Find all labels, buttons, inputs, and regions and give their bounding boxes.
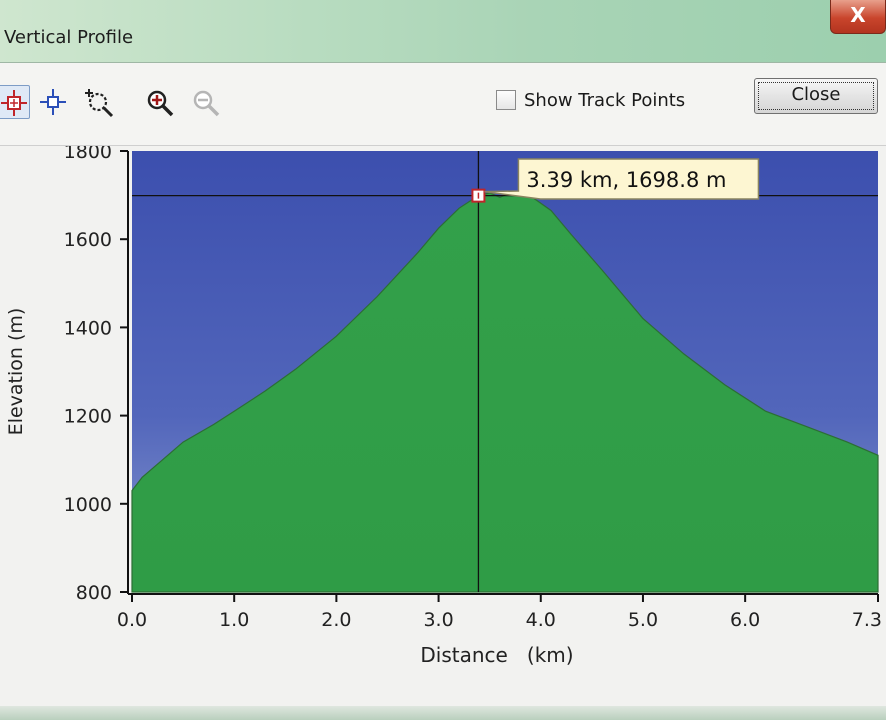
x-axis-label: Distance (km) bbox=[420, 643, 573, 667]
x-tick-label: 5.0 bbox=[628, 609, 658, 631]
x-tick-label: 1.0 bbox=[219, 609, 249, 631]
close-button[interactable]: Close bbox=[754, 78, 878, 114]
y-axis-label: Elevation (m) bbox=[5, 308, 27, 436]
show-track-points-checkbox[interactable] bbox=[496, 90, 516, 110]
zoom-region-icon bbox=[85, 89, 114, 118]
crosshair-blue-icon bbox=[40, 89, 66, 115]
window-title: Vertical Profile bbox=[4, 27, 134, 48]
close-button-label: Close bbox=[791, 84, 841, 105]
zoom-out-tool-button[interactable] bbox=[188, 85, 222, 119]
track-cursor-tool-button[interactable] bbox=[0, 85, 30, 119]
cursor-tooltip-label: 3.39 km, 1698.8 m bbox=[526, 168, 726, 192]
y-tick-label: 1800 bbox=[64, 146, 112, 163]
x-tick-label: 6.0 bbox=[730, 609, 760, 631]
x-tick-label: 3.0 bbox=[423, 609, 453, 631]
elevation-profile-chart[interactable]: 800 1000 1200 1400 1600 1800 0.0 1.0 2.0 3.0 4.0 5.… bbox=[0, 141, 886, 706]
y-tick-label: 1200 bbox=[64, 406, 112, 428]
zoom-in-tool-button[interactable] bbox=[142, 85, 176, 119]
show-track-points-label[interactable]: Show Track Points bbox=[524, 90, 685, 111]
crosshair-red-icon bbox=[1, 90, 27, 116]
x-tick-label: 2.0 bbox=[321, 609, 351, 631]
x-tick-label: 0.0 bbox=[117, 609, 147, 631]
x-tick-label: 4.0 bbox=[526, 609, 556, 631]
point-cursor-tool-button[interactable] bbox=[36, 85, 70, 119]
zoom-box-tool-button[interactable] bbox=[82, 85, 116, 119]
y-tick-label: 800 bbox=[76, 582, 112, 604]
y-tick-label: 1600 bbox=[64, 229, 112, 251]
profile-chart-panel: 800 1000 1200 1400 1600 1800 0.0 1.0 2.0 3.0 4.0 5.… bbox=[0, 141, 886, 706]
y-tick-label: 1400 bbox=[64, 317, 112, 339]
zoom-out-icon bbox=[193, 90, 220, 117]
title-bar: Vertical Profile X bbox=[0, 0, 886, 63]
window-bottom-edge bbox=[0, 706, 886, 720]
window-close-button[interactable]: X bbox=[830, 0, 886, 34]
x-tick-label: 7.3 bbox=[852, 609, 882, 631]
zoom-in-icon bbox=[147, 90, 174, 117]
y-tick-label: 1000 bbox=[64, 494, 112, 516]
